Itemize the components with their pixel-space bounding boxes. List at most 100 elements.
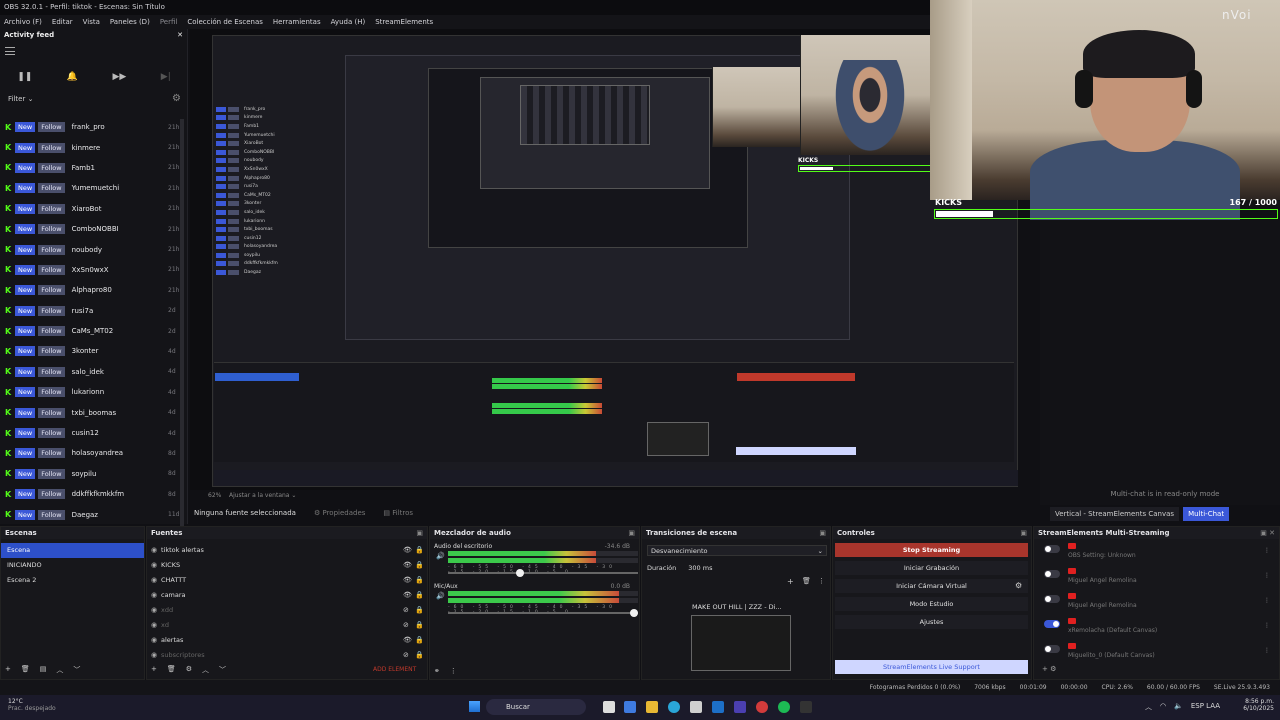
feed-item[interactable]: K New Follow holasoyandrea 8d [0, 443, 186, 463]
gear-icon[interactable]: ⚙ [172, 93, 181, 104]
menu-item-7[interactable]: Ayuda (H) [331, 18, 366, 26]
lock-icon[interactable]: 🔒 [415, 573, 427, 588]
feed-item[interactable]: K New Follow Alphapro80 21h [0, 280, 186, 300]
menu-item-6[interactable]: Herramientas [273, 18, 321, 26]
studio-mode-button[interactable]: Modo Estudio [835, 597, 1028, 611]
skip-end-icon[interactable]: ▶| [161, 72, 171, 82]
more-icon[interactable]: ⋮ [1264, 572, 1270, 579]
down-arrow-icon[interactable]: ﹀ [219, 665, 226, 675]
dock-float-icon[interactable]: ▣ [1020, 527, 1027, 539]
bell-icon[interactable]: 🔔 [67, 72, 78, 82]
feed-scrollbar[interactable] [180, 119, 184, 549]
add-icon[interactable]: + [151, 665, 157, 675]
outlook-icon[interactable] [712, 701, 724, 713]
task-view-icon[interactable] [603, 701, 615, 713]
more-icon[interactable]: ⋮ [1264, 647, 1270, 654]
lock-icon[interactable]: 🔒 [415, 558, 427, 573]
feed-item[interactable]: K New Follow frank_pro 21h [0, 117, 186, 137]
feed-item[interactable]: K New Follow ddkffkfkmkkfm 8d [0, 484, 186, 504]
source-item[interactable]: ◉ subscriptores ⊘ 🔒 [147, 648, 427, 663]
menu-item-8[interactable]: StreamElements [375, 18, 433, 26]
dock-float-icon[interactable]: ▣ [628, 527, 635, 539]
gear-icon[interactable]: ⚙ [1015, 581, 1022, 590]
up-arrow-icon[interactable]: ︿ [56, 665, 63, 675]
wifi-icon[interactable]: ◠ [1160, 702, 1166, 712]
opera-icon[interactable] [756, 701, 768, 713]
more-icon[interactable]: ⋮ [1264, 597, 1270, 604]
chevron-up-icon[interactable]: ︿ [1145, 702, 1152, 712]
transition-select[interactable]: Desvanecimiento ⌄ [647, 545, 827, 556]
eye-icon[interactable]: 👁 [403, 633, 415, 648]
trash-icon[interactable]: 🗑 [802, 577, 811, 585]
eye-icon[interactable]: 👁 [403, 558, 415, 573]
more-icon[interactable]: ⋮ [450, 667, 457, 675]
more-icon[interactable]: ⋮ [1264, 547, 1270, 554]
eye-icon[interactable]: 👁 [403, 588, 415, 603]
weather-widget[interactable]: 12°C Prac. despejado [8, 698, 56, 712]
volume-knob[interactable] [630, 609, 638, 617]
menu-item-2[interactable]: Vista [83, 18, 100, 26]
windows-start-icon[interactable] [469, 701, 480, 712]
store-icon[interactable] [690, 701, 702, 713]
up-arrow-icon[interactable]: ︿ [202, 665, 209, 675]
scene-item[interactable]: Escena 2 [1, 573, 144, 588]
feed-item[interactable]: K New Follow cusin12 4d [0, 423, 186, 443]
file-explorer-icon[interactable] [646, 701, 658, 713]
properties-button[interactable]: ⚙ Propiedades [314, 509, 365, 517]
lang-indicator[interactable]: ESP LAA [1191, 702, 1220, 712]
stream-toggle[interactable] [1044, 620, 1060, 628]
feed-item[interactable]: K New Follow Famb1 21h [0, 158, 186, 178]
menu-item-5[interactable]: Colección de Escenas [187, 18, 263, 26]
trash-icon[interactable]: 🗑 [167, 665, 176, 675]
tab-multichat[interactable]: Multi-Chat [1183, 507, 1230, 521]
eye-off-icon[interactable]: ⊘ [403, 603, 415, 618]
more-icon[interactable]: ⋮ [1264, 622, 1270, 629]
spotify-icon[interactable] [778, 701, 790, 713]
down-arrow-icon[interactable]: ﹀ [73, 665, 80, 675]
dock-float-icon[interactable]: ▣ [416, 527, 423, 539]
feed-item[interactable]: K New Follow salo_idek 4d [0, 362, 186, 382]
gear-icon[interactable]: ⚙ [186, 665, 192, 675]
add-icon[interactable]: + [5, 665, 11, 675]
eye-icon[interactable]: 👁 [403, 573, 415, 588]
clock[interactable]: 8:56 p.m. 6/10/2025 [1243, 698, 1274, 712]
filter-dropdown[interactable]: Filter ⌄ [8, 95, 33, 103]
skip-icon[interactable]: ▶▶ [112, 72, 126, 82]
start-recording-button[interactable]: Iniciar Grabación [835, 561, 1028, 575]
menu-icon[interactable] [5, 47, 15, 55]
trash-icon[interactable]: 🗑 [21, 665, 30, 675]
close-icon[interactable]: ✕ [177, 31, 183, 39]
feed-item[interactable]: K New Follow noubody 21h [0, 239, 186, 259]
feed-item[interactable]: K New Follow soypilu 8d [0, 464, 186, 484]
pause-icon[interactable]: ❚❚ [17, 72, 32, 82]
lock-icon[interactable]: 🔒 [415, 603, 427, 618]
source-item[interactable]: ◉ KICKS 👁 🔒 [147, 558, 427, 573]
chrome-icon[interactable] [668, 701, 680, 713]
filters-button[interactable]: ▤ Filtros [383, 509, 413, 517]
feed-item[interactable]: K New Follow txbi_boomas 4d [0, 402, 186, 422]
zoom-level[interactable]: 62% [208, 492, 221, 499]
taskbar-search[interactable]: Buscar [486, 699, 586, 715]
lock-icon[interactable]: 🔒 [415, 543, 427, 558]
volume-slider[interactable] [448, 569, 638, 577]
source-item[interactable]: ◉ tiktok alertas 👁 🔒 [147, 543, 427, 558]
filter-icon[interactable]: ▤ [40, 665, 47, 675]
add-transition-icon[interactable]: + [787, 577, 794, 586]
feed-item[interactable]: K New Follow XiaroBot 21h [0, 199, 186, 219]
feed-item[interactable]: K New Follow XxSn0wxX 21h [0, 260, 186, 280]
add-icon[interactable]: + ⚙ [1042, 665, 1056, 673]
source-item[interactable]: ◉ xd ⊘ 🔒 [147, 618, 427, 633]
stream-toggle[interactable] [1044, 645, 1060, 653]
lock-icon[interactable]: 🔒 [415, 633, 427, 648]
virtual-camera-button[interactable]: Iniciar Cámara Virtual [835, 579, 1028, 593]
lock-icon[interactable]: 🔒 [415, 618, 427, 633]
speaker-icon[interactable]: 🔊 [436, 552, 445, 560]
eye-off-icon[interactable]: ⊘ [403, 618, 415, 633]
volume-slider[interactable] [448, 609, 638, 617]
close-icon[interactable]: ▣ ✕ [1260, 527, 1275, 539]
feed-item[interactable]: K New Follow Daegaz 11d [0, 504, 186, 524]
obs-icon[interactable] [800, 701, 812, 713]
source-item[interactable]: ◉ camara 👁 🔒 [147, 588, 427, 603]
lock-icon[interactable]: 🔒 [415, 648, 427, 663]
feed-item[interactable]: K New Follow 3konter 4d [0, 341, 186, 361]
